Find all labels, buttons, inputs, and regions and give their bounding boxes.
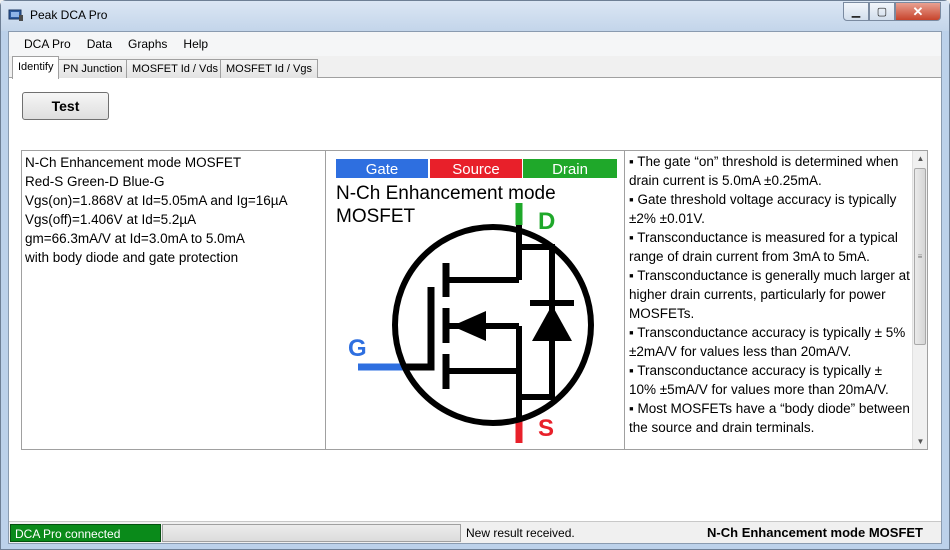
legend-gate-label: Gate [366,161,399,178]
status-result-summary: N-Ch Enhancement mode MOSFET [707,525,923,540]
maximize-button[interactable]: ▢ [869,2,895,21]
scroll-down-button[interactable]: ▼ [913,434,928,449]
note-item: ▪ Most MOSFETs have a “body diode” betwe… [629,401,910,435]
source-pin-label: S [538,415,554,442]
diagram-title-line1: N-Ch Enhancement mode [336,183,556,204]
legend-drain-label: Drain [552,161,588,178]
minimize-button[interactable]: ▁ [843,2,869,21]
notes-scrollbar[interactable]: ▲ ≡ ▼ [912,151,927,449]
tab-pn-junction[interactable]: PN Junction [57,59,129,78]
identify-tab-page: Test N-Ch Enhancement mode MOSFET Red-S … [9,78,941,521]
result-summary-pane: N-Ch Enhancement mode MOSFET Red-S Green… [22,151,326,449]
minimize-icon: ▁ [851,6,861,18]
menu-dca-pro[interactable]: DCA Pro [16,32,79,56]
menu-bar: DCA Pro Data Graphs Help [9,32,941,56]
tab-mosfet-id-vds[interactable]: MOSFET Id / Vds [126,59,224,78]
app-icon [8,9,23,21]
menu-help[interactable]: Help [175,32,216,56]
diagram-title-line2: MOSFET [336,206,416,227]
tab-strip: Identify PN Junction MOSFET Id / Vds MOS… [9,56,941,79]
note-item: ▪ Gate threshold voltage accuracy is typ… [629,192,897,226]
maximize-icon: ▢ [876,6,888,18]
grip-icon: ≡ [917,252,923,261]
menu-graphs[interactable]: Graphs [120,32,175,56]
result-line: gm=66.3mA/V at Id=3.0mA to 5.0mA [25,231,245,246]
note-item: ▪ Transconductance accuracy is typically… [629,325,906,359]
note-item: ▪ Transconductance is measured for a typ… [629,230,898,264]
notes-pane: ▪ The gate “on” threshold is determined … [625,151,912,449]
scroll-up-icon: ▲ [916,154,925,163]
scroll-up-button[interactable]: ▲ [913,151,928,166]
result-line: Red-S Green-D Blue-G [25,174,165,189]
body-arrow-icon [452,311,486,341]
drain-pin-label: D [538,208,555,235]
gate-plate [406,287,435,371]
close-icon: ✕ [912,3,924,19]
result-line: with body diode and gate protection [25,250,239,265]
close-button[interactable]: ✕ [895,2,941,21]
connection-status: DCA Pro connected [10,524,161,542]
status-message: New result received. [466,526,575,540]
test-button[interactable]: Test [22,92,109,120]
result-line: Vgs(off)=1.406V at Id=5.2µA [25,212,197,227]
note-item: ▪ Transconductance accuracy is typically… [629,363,889,397]
result-line: N-Ch Enhancement mode MOSFET [25,155,242,170]
results-panel: N-Ch Enhancement mode MOSFET Red-S Green… [21,150,928,450]
diode-triangle-icon [532,305,572,341]
scroll-thumb[interactable]: ≡ [914,168,926,345]
gate-pin-label: G [348,335,367,362]
progress-bar [162,524,461,542]
result-line: Vgs(on)=1.868V at Id=5.05mA and Ig=16µA [25,193,288,208]
tab-identify[interactable]: Identify [12,56,60,79]
client-area: DCA Pro Data Graphs Help Identify PN Jun… [8,31,942,544]
status-bar: DCA Pro connected New result received. N… [9,521,941,543]
component-diagram-pane: Gate Source Drain N-Ch Enhancement mode … [326,151,625,449]
window-title: Peak DCA Pro [30,8,108,22]
app-window: Peak DCA Pro ▁ ▢ ✕ DCA Pro Data Graphs H… [0,0,950,550]
note-item: ▪ Transconductance is generally much lar… [629,268,910,321]
menu-data[interactable]: Data [79,32,120,56]
note-item: ▪ The gate “on” threshold is determined … [629,154,899,188]
title-bar[interactable]: Peak DCA Pro ▁ ▢ ✕ [1,1,949,31]
scroll-down-icon: ▼ [916,437,925,446]
mosfet-diagram: Gate Source Drain N-Ch Enhancement mode … [336,159,617,443]
tab-mosfet-id-vgs[interactable]: MOSFET Id / Vgs [220,59,318,78]
legend-source-label: Source [452,161,500,178]
